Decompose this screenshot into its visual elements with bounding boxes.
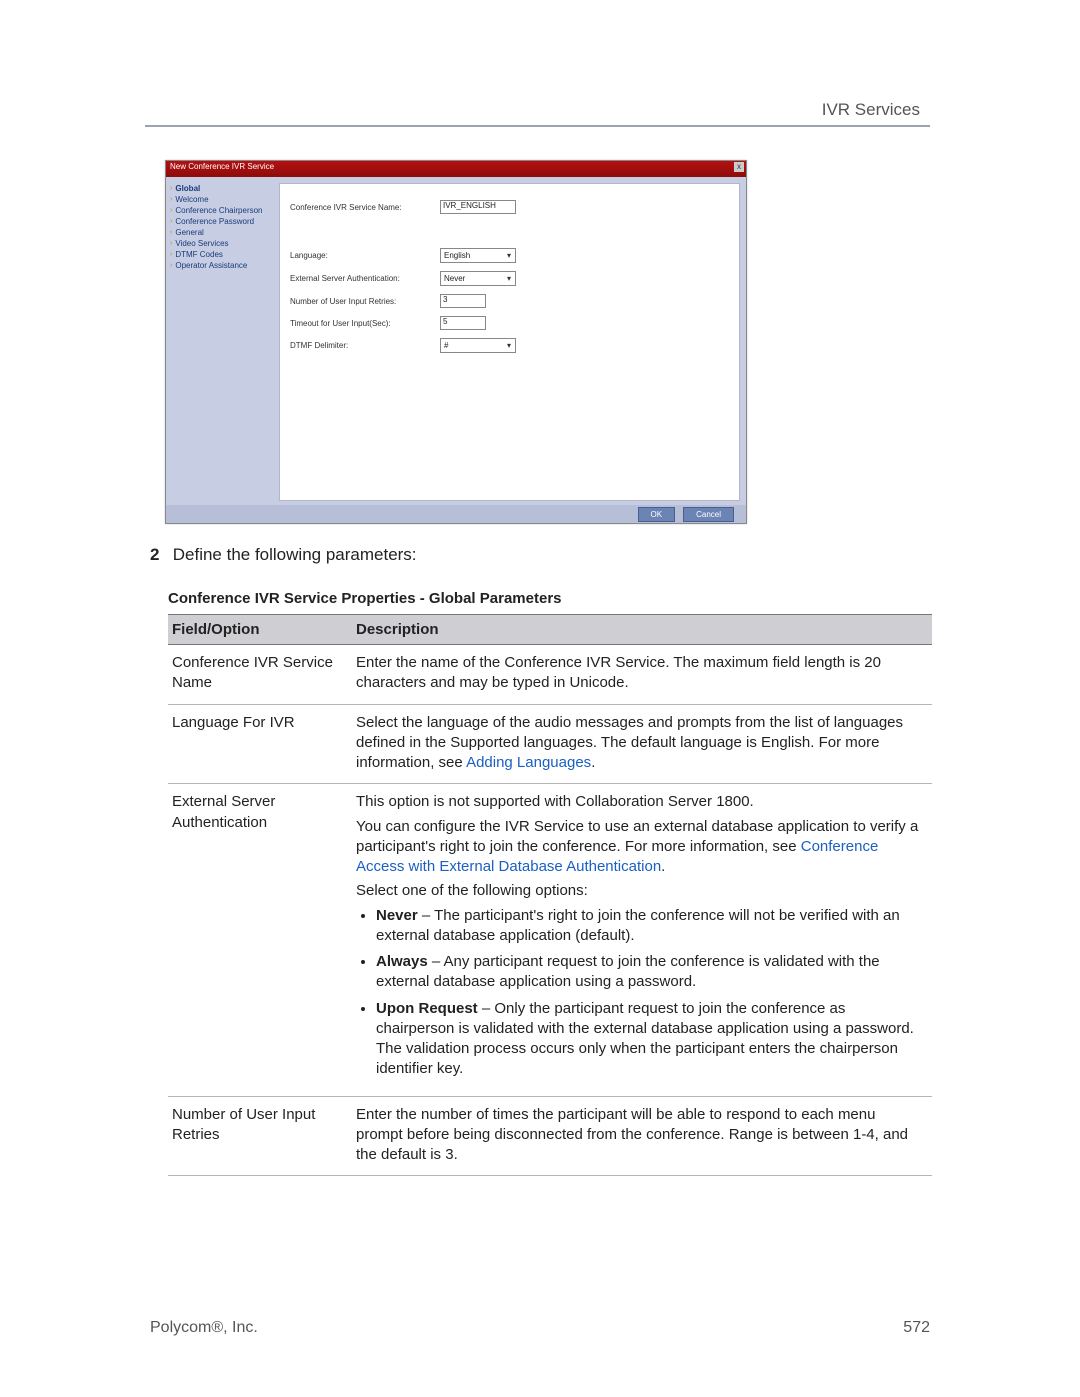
field-cell: Language For IVR bbox=[168, 704, 352, 784]
parameters-table: Field/Option Description Conference IVR … bbox=[168, 614, 932, 1176]
step-instruction: 2 Define the following parameters: bbox=[150, 545, 930, 565]
chevron-right-icon: › bbox=[170, 196, 172, 203]
sidebar-item-video[interactable]: ›Video Services bbox=[170, 238, 275, 249]
field-cell: Number of User Input Retries bbox=[168, 1096, 352, 1176]
sidebar-item-label: Operator Assistance bbox=[175, 261, 247, 270]
sidebar-item-label: Global bbox=[175, 184, 200, 193]
desc-text: You can configure the IVR Service to use… bbox=[356, 817, 926, 878]
field-cell: External Server Authentication bbox=[168, 784, 352, 1096]
list-item: Never – The participant's right to join … bbox=[376, 906, 926, 947]
chevron-down-icon: ▾ bbox=[504, 251, 514, 260]
chevron-right-icon: › bbox=[170, 207, 172, 214]
desc-text: Select one of the following options: bbox=[356, 881, 926, 901]
sidebar-item-label: General bbox=[175, 228, 203, 237]
dialog-footer: OK Cancel bbox=[166, 505, 746, 523]
dialog-title: New Conference IVR Service bbox=[170, 162, 274, 171]
dialog-sidebar: ›Global ›Welcome ›Conference Chairperson… bbox=[166, 177, 279, 507]
table-row: Conference IVR Service Name Enter the na… bbox=[168, 645, 932, 705]
chevron-right-icon: › bbox=[170, 262, 172, 269]
list-item: Upon Request – Only the participant requ… bbox=[376, 999, 926, 1080]
options-list: Never – The participant's right to join … bbox=[356, 906, 926, 1080]
field-label: External Server Authentication: bbox=[290, 274, 440, 283]
option-desc: – The participant's right to join the co… bbox=[376, 907, 900, 944]
field-label: Timeout for User Input(Sec): bbox=[290, 319, 440, 328]
adding-languages-link[interactable]: Adding Languages bbox=[466, 754, 591, 771]
service-name-input[interactable]: IVR_ENGLISH bbox=[440, 200, 516, 214]
document-page: IVR Services New Conference IVR Service … bbox=[0, 0, 1080, 1397]
section-header: IVR Services bbox=[822, 100, 920, 120]
field-label: Language: bbox=[290, 251, 440, 260]
sidebar-item-global[interactable]: ›Global bbox=[170, 183, 275, 194]
sidebar-item-label: Video Services bbox=[175, 239, 228, 248]
sidebar-item-label: Welcome bbox=[175, 195, 208, 204]
header-divider bbox=[145, 125, 930, 127]
sidebar-item-label: Conference Password bbox=[175, 217, 254, 226]
dtmf-delimiter-select[interactable]: #▾ bbox=[440, 338, 516, 353]
language-select[interactable]: English ▾ bbox=[440, 248, 516, 263]
retries-input[interactable]: 3 bbox=[440, 294, 486, 308]
dialog-main-panel: Conference IVR Service Name: IVR_ENGLISH… bbox=[279, 183, 740, 501]
list-item: Always – Any participant request to join… bbox=[376, 952, 926, 993]
option-desc: – Any participant request to join the co… bbox=[376, 953, 880, 990]
sidebar-item-password[interactable]: ›Conference Password bbox=[170, 216, 275, 227]
option-name: Upon Request bbox=[376, 1000, 478, 1017]
desc-cell: Select the language of the audio message… bbox=[352, 704, 932, 784]
field-cell: Conference IVR Service Name bbox=[168, 645, 352, 705]
chevron-down-icon: ▾ bbox=[504, 341, 514, 350]
chevron-right-icon: › bbox=[170, 251, 172, 258]
step-number: 2 bbox=[150, 545, 168, 565]
desc-text: . bbox=[661, 858, 665, 875]
step-text: Define the following parameters: bbox=[173, 545, 417, 564]
field-label: DTMF Delimiter: bbox=[290, 341, 440, 350]
desc-cell: This option is not supported with Collab… bbox=[352, 784, 932, 1096]
chevron-right-icon: › bbox=[170, 229, 172, 236]
chevron-right-icon: › bbox=[170, 240, 172, 247]
close-icon[interactable]: x bbox=[734, 162, 744, 172]
chevron-right-icon: › bbox=[170, 185, 172, 192]
table-header-row: Field/Option Description bbox=[168, 615, 932, 645]
sidebar-item-general[interactable]: ›General bbox=[170, 227, 275, 238]
col-header-field: Field/Option bbox=[168, 615, 352, 645]
option-name: Never bbox=[376, 907, 418, 924]
table-row: External Server Authentication This opti… bbox=[168, 784, 932, 1096]
table-row: Language For IVR Select the language of … bbox=[168, 704, 932, 784]
col-header-desc: Description bbox=[352, 615, 932, 645]
dialog-titlebar: New Conference IVR Service x bbox=[166, 161, 746, 177]
table-title: Conference IVR Service Properties - Glob… bbox=[168, 590, 562, 607]
sidebar-item-welcome[interactable]: ›Welcome bbox=[170, 194, 275, 205]
desc-text: This option is not supported with Collab… bbox=[356, 792, 926, 812]
sidebar-item-label: DTMF Codes bbox=[175, 250, 223, 259]
timeout-input[interactable]: 5 bbox=[440, 316, 486, 330]
table-row: Number of User Input Retries Enter the n… bbox=[168, 1096, 932, 1176]
desc-text: Select the language of the audio message… bbox=[356, 714, 903, 772]
ok-button[interactable]: OK bbox=[638, 507, 676, 522]
option-name: Always bbox=[376, 953, 428, 970]
select-value: Never bbox=[444, 274, 465, 283]
desc-cell: Enter the number of times the participan… bbox=[352, 1096, 932, 1176]
footer-page-number: 572 bbox=[903, 1319, 930, 1337]
chevron-right-icon: › bbox=[170, 218, 172, 225]
field-label: Conference IVR Service Name: bbox=[290, 203, 440, 212]
select-value: # bbox=[444, 341, 448, 350]
sidebar-item-chairperson[interactable]: ›Conference Chairperson bbox=[170, 205, 275, 216]
ext-auth-select[interactable]: Never ▾ bbox=[440, 271, 516, 286]
sidebar-item-label: Conference Chairperson bbox=[175, 206, 262, 215]
dialog-body: ›Global ›Welcome ›Conference Chairperson… bbox=[166, 177, 746, 507]
select-value: English bbox=[444, 251, 470, 260]
desc-cell: Enter the name of the Conference IVR Ser… bbox=[352, 645, 932, 705]
desc-text: . bbox=[591, 754, 595, 771]
sidebar-item-operator[interactable]: ›Operator Assistance bbox=[170, 260, 275, 271]
ivr-service-dialog: New Conference IVR Service x ›Global ›We… bbox=[165, 160, 747, 524]
footer-company: Polycom®, Inc. bbox=[150, 1319, 258, 1337]
cancel-button[interactable]: Cancel bbox=[683, 507, 734, 522]
field-label: Number of User Input Retries: bbox=[290, 297, 440, 306]
chevron-down-icon: ▾ bbox=[504, 274, 514, 283]
sidebar-item-dtmf[interactable]: ›DTMF Codes bbox=[170, 249, 275, 260]
